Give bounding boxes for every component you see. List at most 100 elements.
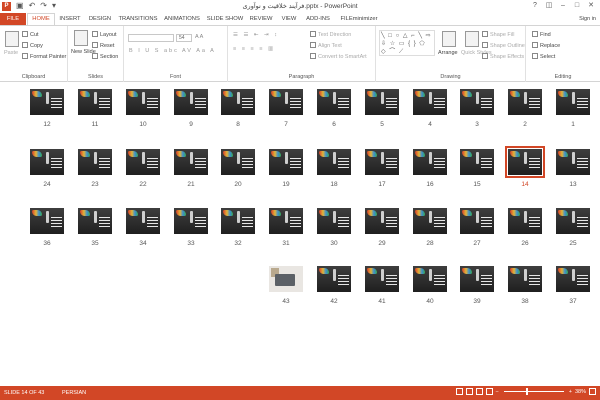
tab-design[interactable]: DESIGN [86,13,114,25]
slide-thumbnail[interactable] [78,149,112,175]
font-format-buttons[interactable]: B I U S abc AV Aa A [129,48,216,54]
reading-view-icon[interactable] [475,388,483,395]
find-button[interactable]: Find [532,31,551,38]
slide-thumbnail[interactable] [126,89,160,115]
slide-thumbnail[interactable] [413,208,447,234]
zoom-in-icon[interactable]: + [569,389,572,395]
slide-thumbnail[interactable] [413,149,447,175]
tab-insert[interactable]: INSERT [57,13,83,25]
slide-thumbnail[interactable] [556,89,590,115]
slide-thumbnail[interactable] [126,149,160,175]
text-direction-button[interactable]: Text Direction [310,31,351,38]
zoom-level[interactable]: 38% [575,389,586,395]
slide-thumbnail[interactable] [508,208,542,234]
slide-thumbnail[interactable] [78,208,112,234]
font-grow-icon[interactable]: A A [195,34,203,40]
slide-thumbnail[interactable] [174,149,208,175]
shapes-gallery[interactable]: ╲ □ ○ △ ⌐ ╲ ⇨ ⇩ ☆ ▭ { } ⬠ ◇ ⌒ ⟋ [379,30,435,56]
slide-figure-graphic [333,211,336,223]
help-button[interactable]: ? [528,0,542,11]
list-buttons[interactable]: ☰ ☰ ⇤ ⇥ ↕ [233,32,279,38]
reset-button[interactable]: Reset [92,42,114,49]
slide-thumbnail[interactable] [221,149,255,175]
cut-button[interactable]: Cut [22,31,39,38]
tab-file[interactable]: FILE [0,13,26,25]
slide-thumbnail[interactable] [365,266,399,292]
new-slide-icon[interactable] [74,30,88,46]
tab-home[interactable]: HOME [27,13,55,25]
slide-thumbnail[interactable] [365,89,399,115]
tab-transitions[interactable]: TRANSITIONS [117,13,159,25]
align-buttons[interactable]: ≡ ≡ ≡ ≡ ▥ [233,46,275,52]
tab-add-ins[interactable]: ADD-INS [303,13,333,25]
slide-thumbnail[interactable] [365,208,399,234]
slide-thumbnail[interactable] [556,149,590,175]
slide-thumbnail[interactable] [269,89,303,115]
slide-thumbnail[interactable] [174,208,208,234]
tab-fileminimizer[interactable]: FILEminimizer [337,13,381,25]
slide-thumbnail[interactable] [30,89,64,115]
slide-thumbnail[interactable] [269,266,303,292]
normal-view-icon[interactable] [455,388,463,395]
slide-thumbnail[interactable] [78,89,112,115]
tab-animations[interactable]: ANIMATIONS [162,13,202,25]
quick-styles-icon[interactable] [465,31,479,47]
zoom-thumb[interactable] [525,388,528,395]
convert-smartart-button[interactable]: Convert to SmartArt [310,53,367,60]
replace-button[interactable]: Replace [532,42,560,49]
slide-thumbnail[interactable] [508,266,542,292]
slide-thumbnail[interactable] [365,149,399,175]
slide-thumbnail[interactable] [508,89,542,115]
slide-thumbnail[interactable] [460,89,494,115]
slide-thumbnail[interactable] [317,208,351,234]
slide-thumbnail[interactable] [413,266,447,292]
slide-thumbnail[interactable] [556,266,590,292]
slide-thumbnail[interactable] [317,266,351,292]
font-size-combo[interactable]: 54 [176,34,192,42]
slide-thumbnail[interactable] [221,208,255,234]
slide-thumbnail[interactable] [30,208,64,234]
fit-slide-icon[interactable] [589,388,596,395]
slide-thumbnail[interactable] [556,208,590,234]
slide-thumbnail[interactable] [413,89,447,115]
layout-button[interactable]: Layout [92,31,117,38]
format-painter-button[interactable]: Format Painter [22,53,66,60]
ribbon-display-button[interactable]: ◫ [542,0,556,11]
paste-icon[interactable] [5,31,19,47]
align-text-button[interactable]: Align Text [310,42,342,49]
tab-slide-show[interactable]: SLIDE SHOW [206,13,244,25]
slide-thumbnail[interactable] [317,149,351,175]
slide-thumbnail[interactable] [126,208,160,234]
arrange-icon[interactable] [442,31,456,47]
slide-thumbnail[interactable] [174,89,208,115]
slide-show-icon[interactable] [485,388,493,395]
zoom-out-icon[interactable]: − [496,389,499,395]
shape-effects-button[interactable]: Shape Effects [482,53,524,60]
sign-in-link[interactable]: Sign in [579,16,596,22]
slide-thumbnail[interactable] [505,146,545,178]
paste-button[interactable]: Paste [4,50,18,56]
shape-outline-button[interactable]: Shape Outline [482,42,525,49]
language-indicator[interactable]: PERSIAN [62,390,86,396]
section-button[interactable]: Section [92,53,118,60]
arrange-button[interactable]: Arrange [438,50,458,56]
slide-thumbnail[interactable] [460,208,494,234]
copy-button[interactable]: Copy [22,42,43,49]
slide-thumbnail[interactable] [269,149,303,175]
slide-thumbnail[interactable] [460,149,494,175]
slide-thumbnail[interactable] [460,266,494,292]
tab-view[interactable]: VIEW [278,13,300,25]
slide-thumbnail[interactable] [221,89,255,115]
tab-review[interactable]: REVIEW [247,13,275,25]
font-name-combo[interactable] [128,34,174,42]
minimize-button[interactable]: – [556,0,570,11]
slide-thumbnail[interactable] [317,89,351,115]
slide-thumbnail[interactable] [30,149,64,175]
shape-fill-button[interactable]: Shape Fill [482,31,514,38]
maximize-button[interactable]: □ [570,0,584,11]
slide-thumbnail[interactable] [269,208,303,234]
zoom-slider[interactable] [503,388,564,395]
slide-sorter-view-icon[interactable] [465,388,473,395]
close-button[interactable]: ✕ [584,0,598,11]
select-button[interactable]: Select [532,53,555,60]
